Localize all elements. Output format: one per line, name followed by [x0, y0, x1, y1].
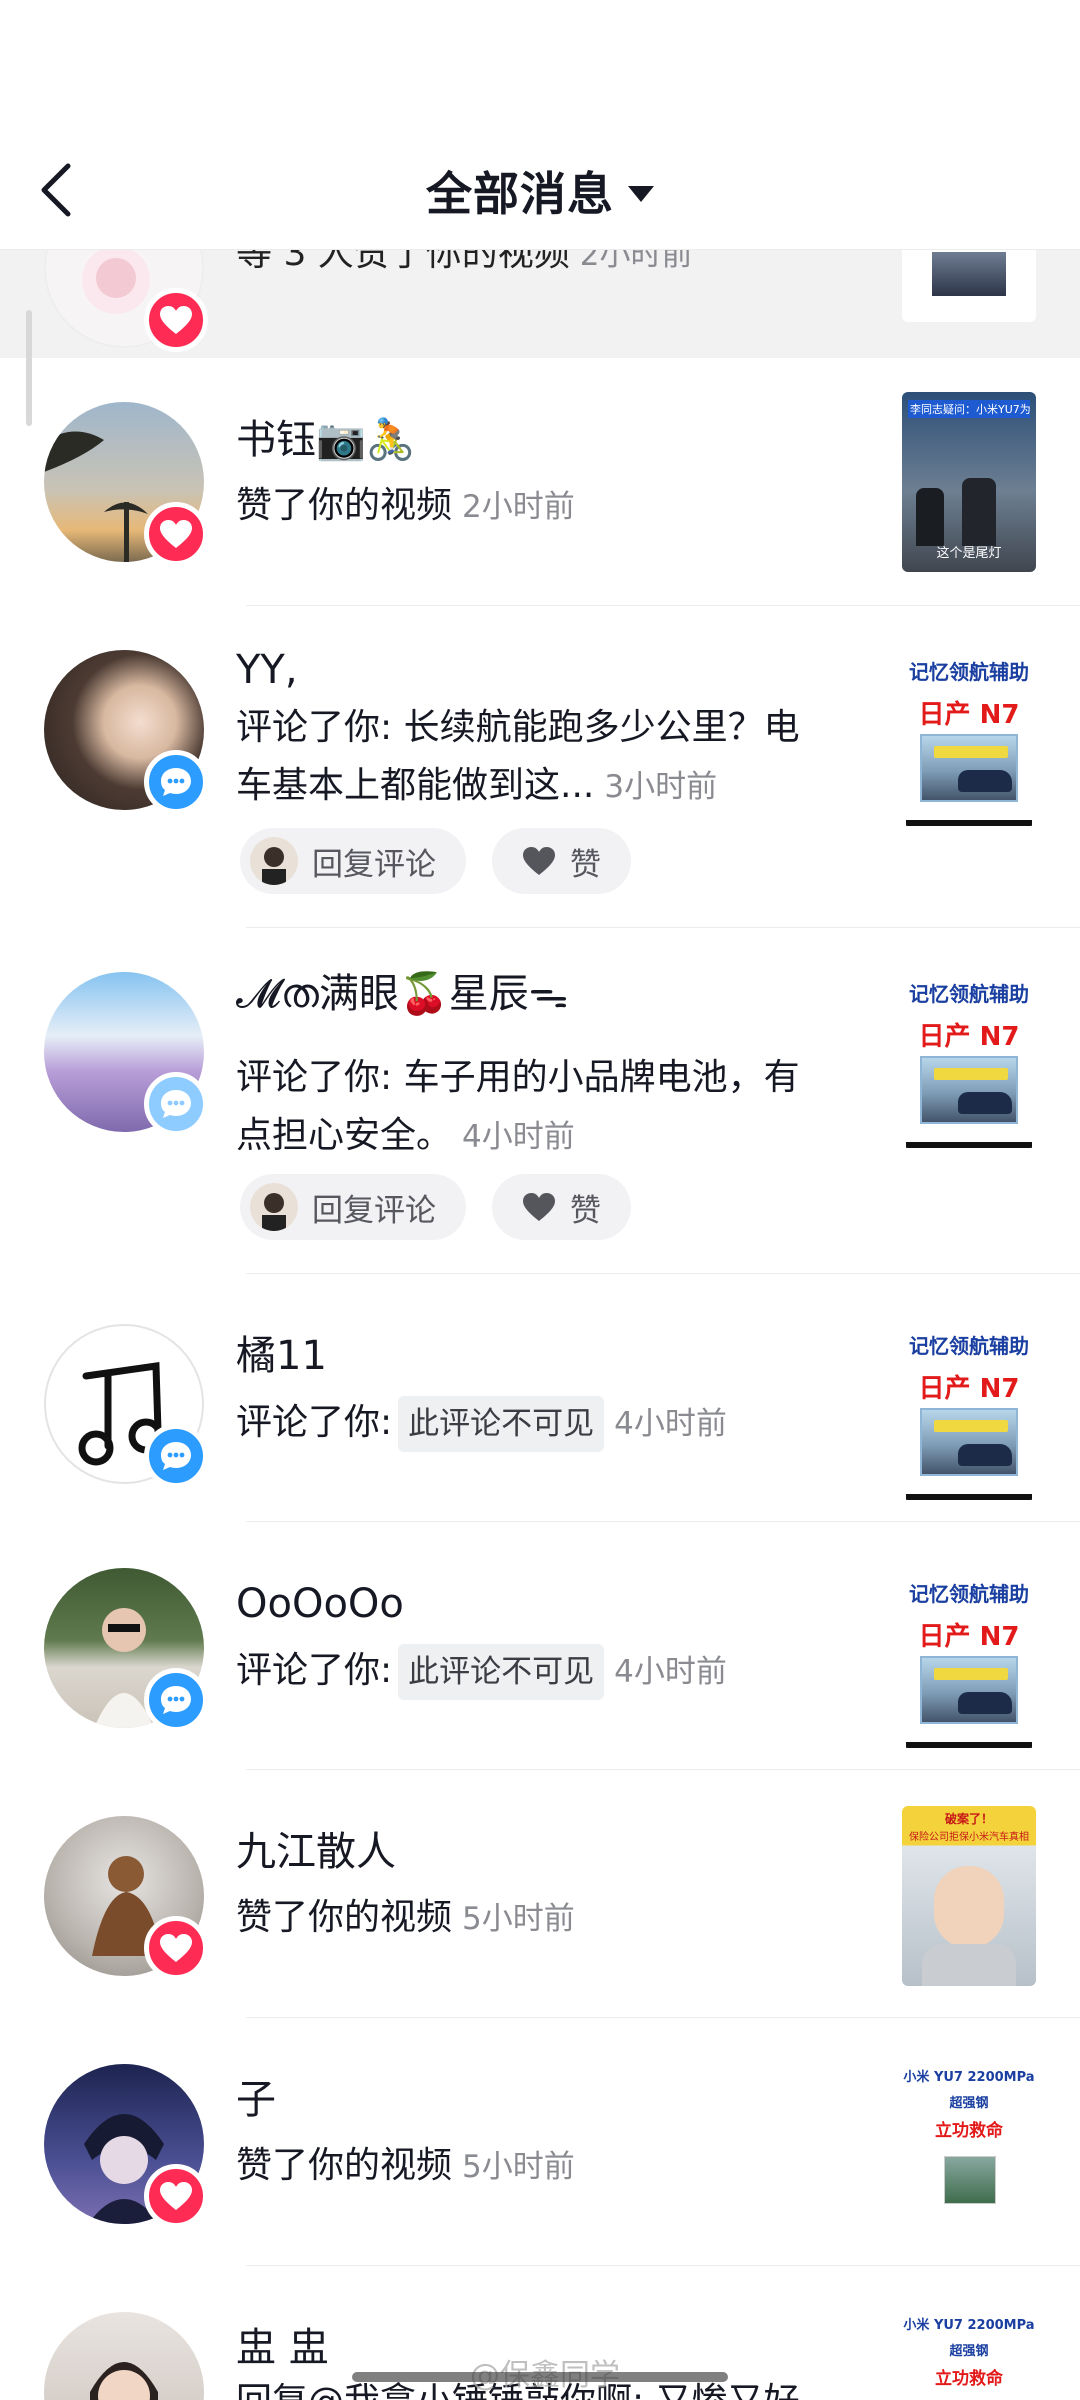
video-thumbnail[interactable]: 记忆领航辅助 日产 N7 [902, 968, 1036, 1148]
comment-actions: 回复评论 赞 [240, 828, 631, 894]
avatar[interactable] [44, 2312, 204, 2400]
comment-text-line2: 点担心安全。 4小时前 [236, 1115, 575, 1156]
avatar-wrap [44, 972, 208, 1136]
video-thumbnail[interactable]: 小米 YU7 2200MPa 超强钢 立功救命 [902, 2306, 1036, 2400]
reply-comment-button[interactable]: 回复评论 [240, 1174, 466, 1240]
my-avatar [250, 837, 298, 885]
video-thumbnail[interactable]: 记忆领航辅助 日产 N7 [902, 646, 1036, 826]
heart-icon [144, 502, 208, 566]
list-item[interactable]: 九江散人 赞了你的视频 5小时前 破案了！ 保险公司拒保小米汽车真相 [0, 1770, 1080, 2018]
user-name[interactable]: 九江散人 [236, 1828, 396, 1876]
my-avatar [250, 1183, 298, 1231]
user-name[interactable]: 书钰📷🚴 [236, 416, 416, 464]
comment-text-line2: 车基本上都能做到这... 3小时前 [236, 765, 718, 806]
comment-text: 评论了你: 此评论不可见 4小时前 [236, 1396, 727, 1452]
video-thumbnail[interactable]: 记忆领航辅助 日产 N7 [902, 1320, 1036, 1500]
list-item-partial[interactable]: 等 3 人赞了你的视频 2小时前 [0, 188, 1080, 358]
list-item[interactable]: YY, 评论了你: 长续航能跑多少公里？电 车基本上都能做到这... 3小时前 回… [0, 606, 1080, 928]
list-item[interactable]: 子 赞了你的视频 5小时前 小米 YU7 2200MPa 超强钢 立功救命 [0, 2018, 1080, 2266]
user-name[interactable]: OoOoOo [236, 1580, 404, 1628]
heart-icon [144, 288, 208, 352]
user-name[interactable]: YY, [236, 646, 298, 694]
list-item[interactable]: 书钰📷🚴 赞了你的视频2小时前 李同志疑问：小米YU7为什么 这个是尾灯 [0, 358, 1080, 606]
heart-icon [523, 847, 555, 875]
comment-icon [144, 750, 208, 814]
title-text: 全部消息 [426, 167, 614, 221]
avatar-wrap [44, 1324, 208, 1488]
heart-icon [523, 1193, 555, 1221]
comment-icon [144, 1424, 208, 1488]
avatar-wrap [44, 1568, 208, 1732]
notifications-page: 全部消息 等 3 人赞了你的视频 2小时前 书钰📷🚴 赞了你的视频 2小时前 李同志… [0, 0, 1080, 2400]
like-comment-button[interactable]: 赞 [492, 828, 631, 894]
like-comment-button[interactable]: 赞 [492, 1174, 631, 1240]
video-thumbnail[interactable]: 李同志疑问：小米YU7为什么 这个是尾灯 [902, 392, 1036, 572]
list-item[interactable]: 橘11 评论了你: 此评论不可见 4小时前 记忆领航辅助 日产 N7 [0, 1274, 1080, 1522]
home-indicator[interactable] [352, 2372, 728, 2382]
hidden-comment-chip: 此评论不可见 [398, 1396, 605, 1452]
avatar-wrap [44, 1816, 208, 1980]
thumbnail-title: 破案了！ [944, 1812, 993, 1826]
reply-comment-button[interactable]: 回复评论 [240, 828, 466, 894]
page-title[interactable]: 全部消息 [0, 158, 1080, 224]
avatar-wrap [44, 2064, 208, 2228]
notification-text: 赞了你的视频 2小时前 [236, 485, 575, 526]
comment-text: 评论了你: 此评论不可见 4小时前 [236, 1644, 727, 1700]
comment-icon [144, 1668, 208, 1732]
thumbnail-subtitle: 保险公司拒保小米汽车真相 [909, 1832, 1029, 1843]
video-thumbnail[interactable]: 破案了！ 保险公司拒保小米汽车真相 [902, 1806, 1036, 1986]
thumbnail-caption: 这个是尾灯 [936, 546, 1002, 561]
comment-text: 评论了你: 长续航能跑多少公里？电 [236, 707, 800, 748]
user-name[interactable]: 盅 盅 [236, 2324, 329, 2372]
video-thumbnail[interactable]: 记忆领航辅助 日产 N7 [902, 1568, 1036, 1748]
user-name[interactable]: 橘11 [236, 1332, 327, 1380]
caret-down-icon [628, 185, 654, 202]
comment-actions: 回复评论 赞 [240, 1174, 631, 1240]
notification-text: 赞了你的视频 5小时前 [236, 2145, 575, 2186]
video-thumbnail[interactable]: 小米 YU7 2200MPa 超强钢 立功救命 [902, 2058, 1036, 2238]
avatar-wrap [44, 2312, 204, 2400]
avatar-wrap [44, 650, 208, 814]
list-item[interactable]: 𝓜ത满眼🍒星辰ᯓ 评论了你: 车子用的小品牌电池，有 点担心安全。 4小时前 回复… [0, 928, 1080, 1274]
header: 全部消息 [0, 0, 1080, 250]
comment-text: 评论了你: 车子用的小品牌电池，有 [236, 1057, 800, 1098]
thumbnail-title: 李同志疑问：小米YU7为什么 [908, 400, 1030, 418]
list-item[interactable]: OoOoOo 评论了你: 此评论不可见 4小时前 记忆领航辅助 日产 N7 [0, 1522, 1080, 1770]
user-name[interactable]: 𝓜ത满眼🍒星辰ᯓ [236, 970, 568, 1018]
heart-icon [144, 2164, 208, 2228]
comment-icon [144, 1072, 208, 1136]
hidden-comment-chip: 此评论不可见 [398, 1644, 605, 1700]
avatar-wrap [44, 402, 208, 566]
heart-icon [144, 1916, 208, 1980]
user-name[interactable]: 子 [236, 2076, 276, 2124]
scrollbar[interactable] [26, 310, 32, 426]
notification-text: 赞了你的视频 5小时前 [236, 1897, 575, 1938]
